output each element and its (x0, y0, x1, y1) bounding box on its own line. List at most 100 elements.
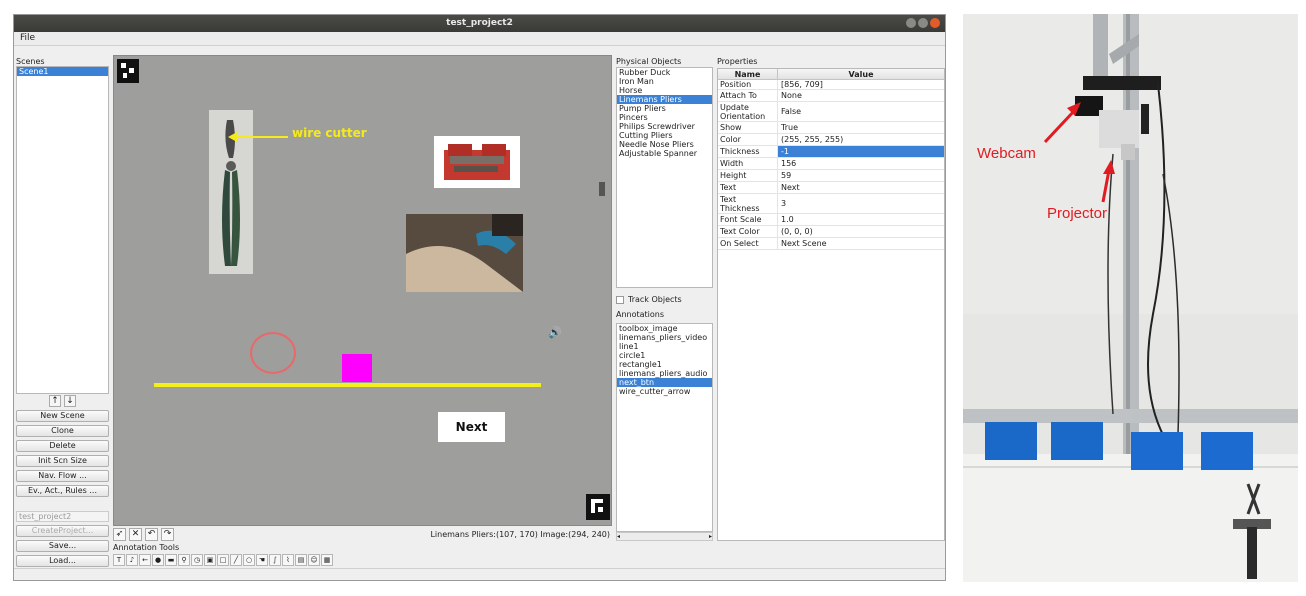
undo-icon[interactable]: ↶ (145, 528, 158, 541)
annotations-list[interactable]: toolbox_image linemans_pliers_video line… (616, 323, 713, 532)
property-row[interactable]: Update Orientation False (718, 102, 944, 122)
maximize-icon[interactable] (918, 18, 928, 28)
nav-flow-button[interactable]: Nav. Flow ... (16, 470, 109, 482)
menu-file[interactable]: File (20, 33, 35, 43)
create-project-button[interactable]: CreateProject... (16, 525, 109, 537)
project-name-field[interactable]: test_project2 (16, 511, 109, 522)
name-column-header[interactable]: Name (718, 69, 778, 79)
rectangle-annotation[interactable] (342, 354, 372, 382)
track-objects-checkbox[interactable]: Track Objects (616, 295, 682, 304)
circle-tool-icon[interactable]: ○ (243, 554, 255, 566)
line-tool-icon[interactable]: ╱ (230, 554, 242, 566)
property-row[interactable]: Text Next (718, 182, 944, 194)
physical-object-item[interactable]: Linemans Pliers (617, 95, 712, 104)
pliers-video[interactable] (406, 214, 523, 292)
physical-object-item[interactable]: Rubber Duck (617, 68, 712, 77)
delete-button[interactable]: Delete (16, 440, 109, 452)
pointer-icon[interactable]: ➶ (113, 528, 126, 541)
scroll-right-icon[interactable]: ▸ (709, 533, 712, 540)
line-annotation[interactable] (154, 383, 541, 387)
minimize-icon[interactable] (906, 18, 916, 28)
checkbox-icon[interactable] (616, 295, 624, 304)
property-value[interactable]: 156 (778, 158, 944, 169)
close-icon[interactable] (930, 18, 940, 28)
init-scn-size-button[interactable]: Init Scn Size (16, 455, 109, 467)
rect-tool-icon[interactable]: □ (217, 554, 229, 566)
physical-object-item[interactable]: Pincers (617, 113, 712, 122)
redo-icon[interactable]: ↷ (161, 528, 174, 541)
physical-object-item[interactable]: Adjustable Spanner (617, 149, 712, 158)
properties-table[interactable]: Name Value Position [856, 709] Attach To N… (717, 68, 945, 541)
annotation-item[interactable]: toolbox_image (617, 324, 712, 333)
physical-objects-list[interactable]: Rubber Duck Iron Man Horse Linemans Plie… (616, 67, 713, 288)
scene-item[interactable]: Scene1 (17, 67, 108, 76)
value-column-header[interactable]: Value (778, 69, 944, 79)
speaker-icon[interactable]: 🔊 (548, 326, 562, 339)
property-value[interactable]: 3 (778, 194, 944, 213)
property-value[interactable]: [856, 709] (778, 80, 944, 89)
people-tool-icon[interactable]: ☺ (308, 554, 320, 566)
next-button[interactable]: Next (438, 412, 505, 442)
physical-object-item[interactable]: Philips Screwdriver (617, 122, 712, 131)
property-row[interactable]: Font Scale 1.0 (718, 214, 944, 226)
scroll-left-icon[interactable]: ◂ (617, 533, 620, 540)
annotation-item[interactable]: linemans_pliers_audio (617, 369, 712, 378)
property-value[interactable]: -1 (778, 146, 944, 157)
annotation-item[interactable]: wire_cutter_arrow (617, 387, 712, 396)
horizontal-scrollbar[interactable]: ◂ ▸ (616, 532, 713, 541)
physical-object-item[interactable]: Needle Nose Pliers (617, 140, 712, 149)
save-button[interactable]: Save... (16, 540, 109, 552)
property-value[interactable]: True (778, 122, 944, 133)
property-value[interactable]: (255, 255, 255) (778, 134, 944, 145)
property-row[interactable]: Height 59 (718, 170, 944, 182)
property-row[interactable]: Text Thickness 3 (718, 194, 944, 214)
property-row[interactable]: Thickness -1 (718, 146, 944, 158)
property-row[interactable]: Position [856, 709] (718, 80, 944, 90)
physical-object-item[interactable]: Horse (617, 86, 712, 95)
move-down-icon[interactable]: ↓ (64, 395, 76, 407)
physical-object-item[interactable]: Pump Pliers (617, 104, 712, 113)
scene-canvas[interactable]: wire cutter 🔊 Next (113, 55, 612, 526)
button-tool-icon[interactable]: ▬ (165, 554, 177, 566)
toolbox-image[interactable] (434, 136, 520, 188)
marker-tool-icon[interactable]: ⌇ (282, 554, 294, 566)
link-tool-icon[interactable]: ⚲ (178, 554, 190, 566)
load-button[interactable]: Load... (16, 555, 109, 567)
scenes-list[interactable]: Scene1 (16, 66, 109, 394)
property-row[interactable]: Attach To None (718, 90, 944, 102)
circle-annotation[interactable] (250, 332, 296, 374)
property-row[interactable]: Show True (718, 122, 944, 134)
property-value[interactable]: 1.0 (778, 214, 944, 225)
physical-object-item[interactable]: Cutting Pliers (617, 131, 712, 140)
property-value[interactable]: 59 (778, 170, 944, 181)
text-tool-icon[interactable]: T (113, 554, 125, 566)
timer-tool-icon[interactable]: ◷ (191, 554, 203, 566)
property-row[interactable]: On Select Next Scene (718, 238, 944, 250)
annotation-item[interactable]: rectangle1 (617, 360, 712, 369)
annotation-item[interactable]: linemans_pliers_video (617, 333, 712, 342)
ev-act-rules-button[interactable]: Ev., Act., Rules ... (16, 485, 109, 497)
property-value[interactable]: None (778, 90, 944, 101)
property-row[interactable]: Width 156 (718, 158, 944, 170)
image-tool-icon[interactable]: ▣ (204, 554, 216, 566)
property-row[interactable]: Color (255, 255, 255) (718, 134, 944, 146)
property-row[interactable]: Text Color (0, 0, 0) (718, 226, 944, 238)
hand-tool-icon[interactable]: ☚ (256, 554, 268, 566)
annotation-item[interactable]: next_btn (617, 378, 712, 387)
audio-tool-icon[interactable]: ♪ (126, 554, 138, 566)
property-value[interactable]: (0, 0, 0) (778, 226, 944, 237)
annotation-item[interactable]: line1 (617, 342, 712, 351)
annotation-item[interactable]: circle1 (617, 351, 712, 360)
property-value[interactable]: Next Scene (778, 238, 944, 249)
property-value[interactable]: False (778, 102, 944, 121)
curve-tool-icon[interactable]: ∫ (269, 554, 281, 566)
close-icon[interactable]: ✕ (129, 528, 142, 541)
check-tool-icon[interactable]: ● (152, 554, 164, 566)
arrow-tool-icon[interactable]: ← (139, 554, 151, 566)
grid-tool-icon[interactable]: ▦ (321, 554, 333, 566)
clone-button[interactable]: Clone (16, 425, 109, 437)
new-scene-button[interactable]: New Scene (16, 410, 109, 422)
video-tool-icon[interactable]: ▤ (295, 554, 307, 566)
property-value[interactable]: Next (778, 182, 944, 193)
move-up-icon[interactable]: ↑ (49, 395, 61, 407)
